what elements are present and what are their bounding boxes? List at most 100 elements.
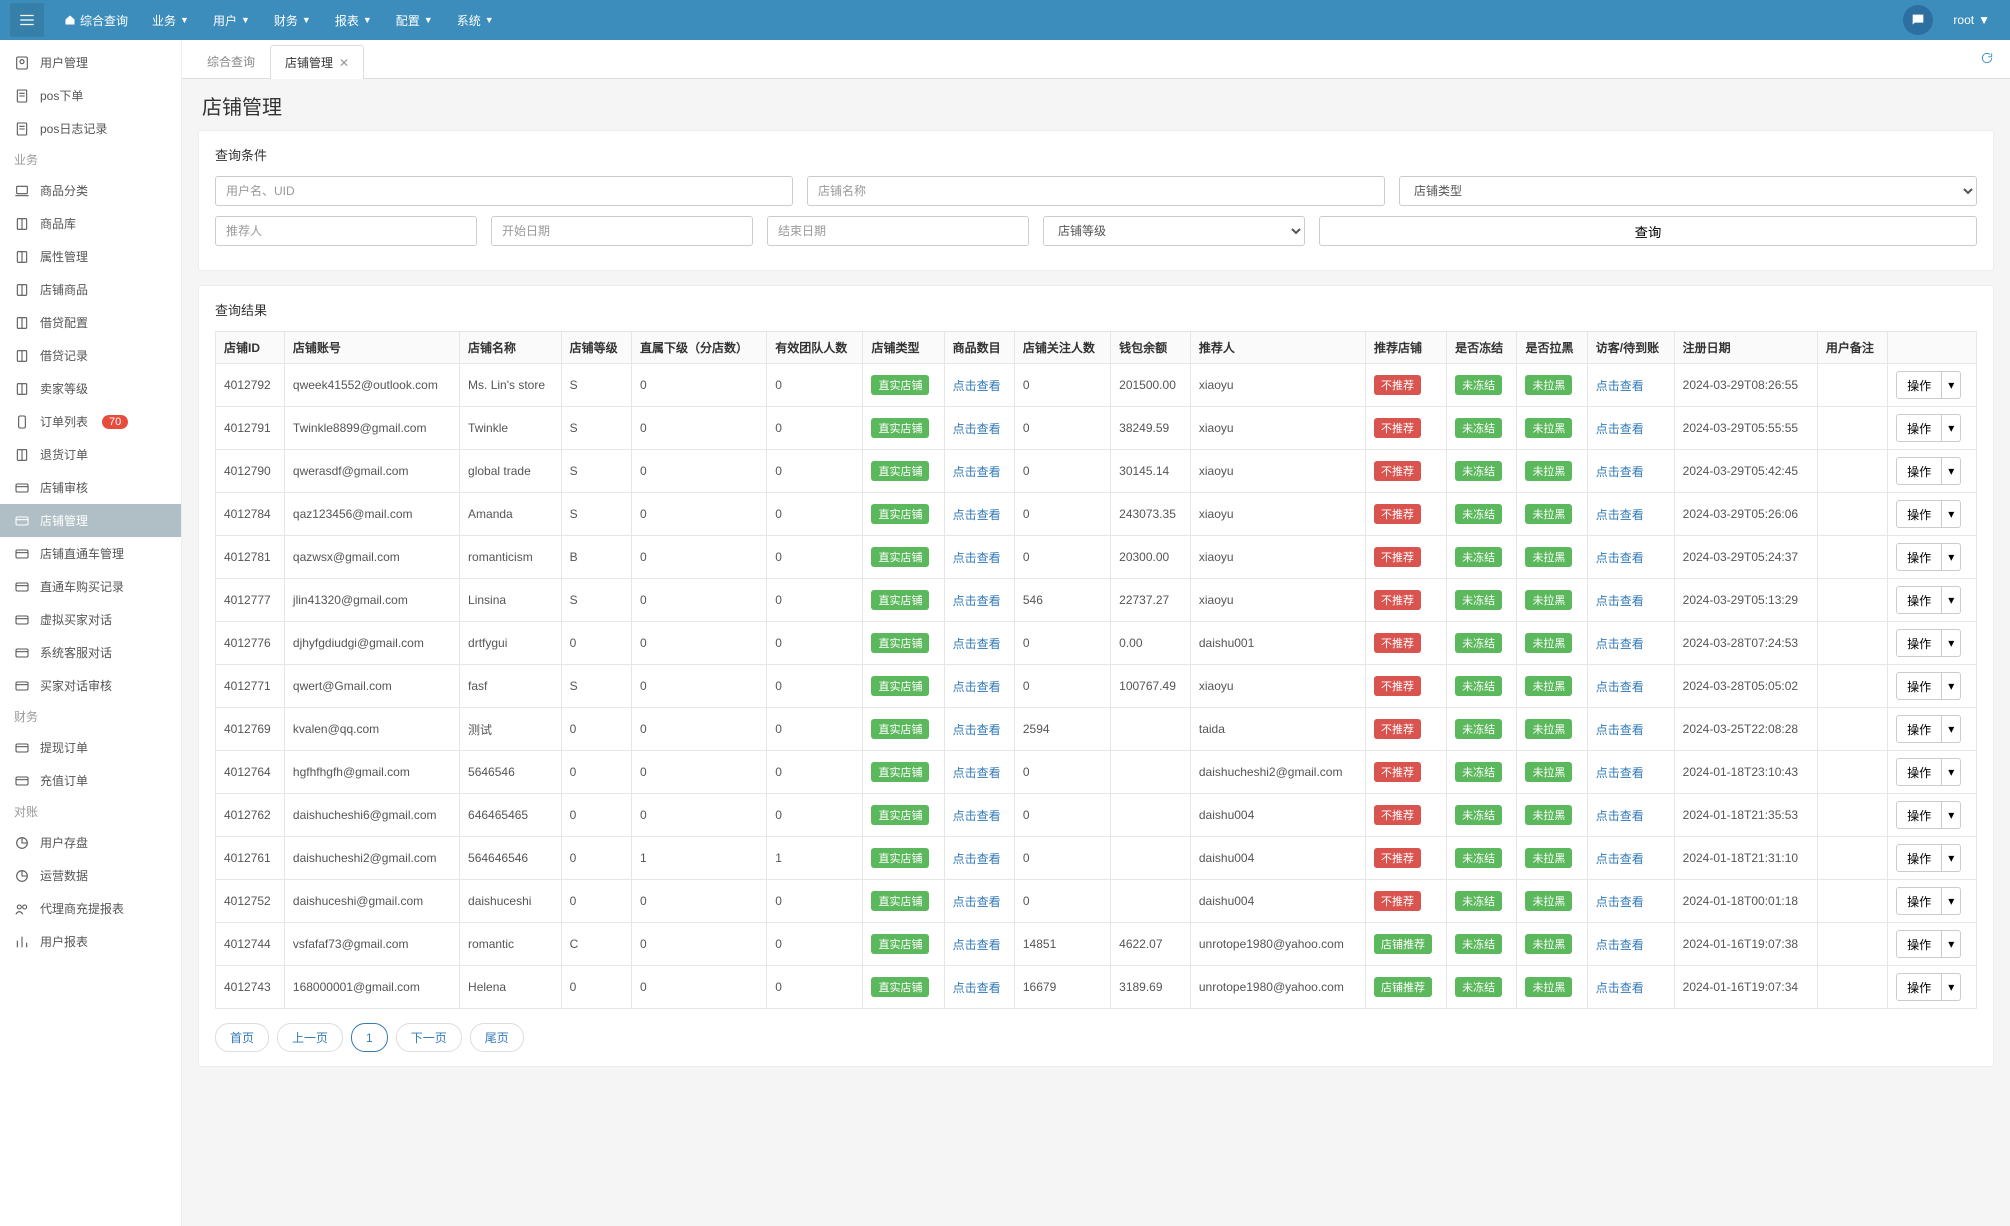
action-button[interactable]: 操作 (1896, 715, 1942, 743)
action-button[interactable]: 操作 (1896, 371, 1942, 399)
nav-item[interactable]: 系统▼ (445, 12, 506, 29)
goods-link[interactable]: 点击查看 (953, 766, 1001, 780)
visitor-link[interactable]: 点击查看 (1596, 551, 1644, 565)
action-button[interactable]: 操作 (1896, 672, 1942, 700)
page-next-button[interactable]: 下一页 (396, 1023, 462, 1052)
sidebar-item[interactable]: 直通车购买记录 (0, 570, 181, 603)
filter-shoplevel-select[interactable]: 店铺等级 (1043, 216, 1305, 246)
sidebar-item[interactable]: 订单列表70 (0, 405, 181, 438)
visitor-link[interactable]: 点击查看 (1596, 379, 1644, 393)
goods-link[interactable]: 点击查看 (953, 981, 1001, 995)
sidebar-item[interactable]: pos日志记录 (0, 112, 181, 145)
page-prev-button[interactable]: 上一页 (277, 1023, 343, 1052)
visitor-link[interactable]: 点击查看 (1596, 680, 1644, 694)
sidebar-item[interactable]: 店铺商品 (0, 273, 181, 306)
sidebar-item[interactable]: 卖家等级 (0, 372, 181, 405)
visitor-link[interactable]: 点击查看 (1596, 895, 1644, 909)
visitor-link[interactable]: 点击查看 (1596, 723, 1644, 737)
goods-link[interactable]: 点击查看 (953, 852, 1001, 866)
sidebar-item[interactable]: 充值订单 (0, 764, 181, 797)
page-first-button[interactable]: 首页 (215, 1023, 269, 1052)
visitor-link[interactable]: 点击查看 (1596, 981, 1644, 995)
action-button[interactable]: 操作 (1896, 500, 1942, 528)
menu-toggle-button[interactable] (10, 3, 44, 37)
action-button[interactable]: 操作 (1896, 930, 1942, 958)
visitor-link[interactable]: 点击查看 (1596, 422, 1644, 436)
sidebar-item[interactable]: 用户管理 (0, 46, 181, 79)
visitor-link[interactable]: 点击查看 (1596, 766, 1644, 780)
goods-link[interactable]: 点击查看 (953, 637, 1001, 651)
sidebar-item[interactable]: 虚拟买家对话 (0, 603, 181, 636)
goods-link[interactable]: 点击查看 (953, 938, 1001, 952)
action-button[interactable]: 操作 (1896, 543, 1942, 571)
nav-item[interactable]: 财务▼ (262, 12, 323, 29)
sidebar-item[interactable]: 用户报表 (0, 925, 181, 958)
nav-item[interactable]: 业务▼ (140, 12, 201, 29)
visitor-link[interactable]: 点击查看 (1596, 594, 1644, 608)
goods-link[interactable]: 点击查看 (953, 680, 1001, 694)
filter-user-input[interactable] (215, 176, 793, 206)
sidebar-item[interactable]: 提现订单 (0, 731, 181, 764)
filter-startdate-input[interactable] (491, 216, 753, 246)
action-dropdown-button[interactable]: ▾ (1942, 887, 1961, 915)
visitor-link[interactable]: 点击查看 (1596, 938, 1644, 952)
action-button[interactable]: 操作 (1896, 414, 1942, 442)
goods-link[interactable]: 点击查看 (953, 809, 1001, 823)
goods-link[interactable]: 点击查看 (953, 551, 1001, 565)
user-menu[interactable]: root ▼ (1943, 13, 2000, 27)
goods-link[interactable]: 点击查看 (953, 723, 1001, 737)
tab-close-icon[interactable]: ✕ (339, 56, 349, 70)
action-dropdown-button[interactable]: ▾ (1942, 801, 1961, 829)
action-dropdown-button[interactable]: ▾ (1942, 973, 1961, 1001)
sidebar-item[interactable]: 商品分类 (0, 174, 181, 207)
sidebar-item[interactable]: 商品库 (0, 207, 181, 240)
refresh-button[interactable] (1974, 45, 2000, 74)
action-dropdown-button[interactable]: ▾ (1942, 672, 1961, 700)
sidebar-item[interactable]: 属性管理 (0, 240, 181, 273)
action-dropdown-button[interactable]: ▾ (1942, 414, 1961, 442)
filter-referrer-input[interactable] (215, 216, 477, 246)
sidebar-item[interactable]: 借贷配置 (0, 306, 181, 339)
query-button[interactable]: 查询 (1319, 216, 1977, 246)
content-tab[interactable]: 综合查询 (192, 44, 270, 78)
sidebar-item[interactable]: 借贷记录 (0, 339, 181, 372)
sidebar-item[interactable]: pos下单 (0, 79, 181, 112)
page-last-button[interactable]: 尾页 (470, 1023, 524, 1052)
page-current-button[interactable]: 1 (351, 1023, 388, 1052)
goods-link[interactable]: 点击查看 (953, 508, 1001, 522)
goods-link[interactable]: 点击查看 (953, 379, 1001, 393)
sidebar-item[interactable]: 代理商充提报表 (0, 892, 181, 925)
visitor-link[interactable]: 点击查看 (1596, 637, 1644, 651)
goods-link[interactable]: 点击查看 (953, 422, 1001, 436)
nav-item[interactable]: 配置▼ (384, 12, 445, 29)
filter-shoptype-select[interactable]: 店铺类型 (1399, 176, 1977, 206)
nav-item[interactable]: 用户▼ (201, 12, 262, 29)
action-button[interactable]: 操作 (1896, 801, 1942, 829)
action-dropdown-button[interactable]: ▾ (1942, 930, 1961, 958)
nav-item[interactable]: 报表▼ (323, 12, 384, 29)
sidebar-item[interactable]: 系统客服对话 (0, 636, 181, 669)
action-dropdown-button[interactable]: ▾ (1942, 457, 1961, 485)
action-dropdown-button[interactable]: ▾ (1942, 715, 1961, 743)
action-button[interactable]: 操作 (1896, 758, 1942, 786)
action-dropdown-button[interactable]: ▾ (1942, 500, 1961, 528)
goods-link[interactable]: 点击查看 (953, 594, 1001, 608)
action-dropdown-button[interactable]: ▾ (1942, 586, 1961, 614)
action-dropdown-button[interactable]: ▾ (1942, 371, 1961, 399)
action-dropdown-button[interactable]: ▾ (1942, 844, 1961, 872)
sidebar-item[interactable]: 运营数据 (0, 859, 181, 892)
action-button[interactable]: 操作 (1896, 844, 1942, 872)
sidebar-item[interactable]: 店铺审核 (0, 471, 181, 504)
action-dropdown-button[interactable]: ▾ (1942, 758, 1961, 786)
content-tab[interactable]: 店铺管理✕ (270, 45, 364, 79)
sidebar-item[interactable]: 店铺直通车管理 (0, 537, 181, 570)
action-button[interactable]: 操作 (1896, 457, 1942, 485)
action-button[interactable]: 操作 (1896, 629, 1942, 657)
chat-button[interactable] (1903, 5, 1933, 35)
visitor-link[interactable]: 点击查看 (1596, 809, 1644, 823)
action-button[interactable]: 操作 (1896, 887, 1942, 915)
sidebar-item[interactable]: 用户存盘 (0, 826, 181, 859)
action-dropdown-button[interactable]: ▾ (1942, 543, 1961, 571)
sidebar-item[interactable]: 店铺管理 (0, 504, 181, 537)
goods-link[interactable]: 点击查看 (953, 895, 1001, 909)
